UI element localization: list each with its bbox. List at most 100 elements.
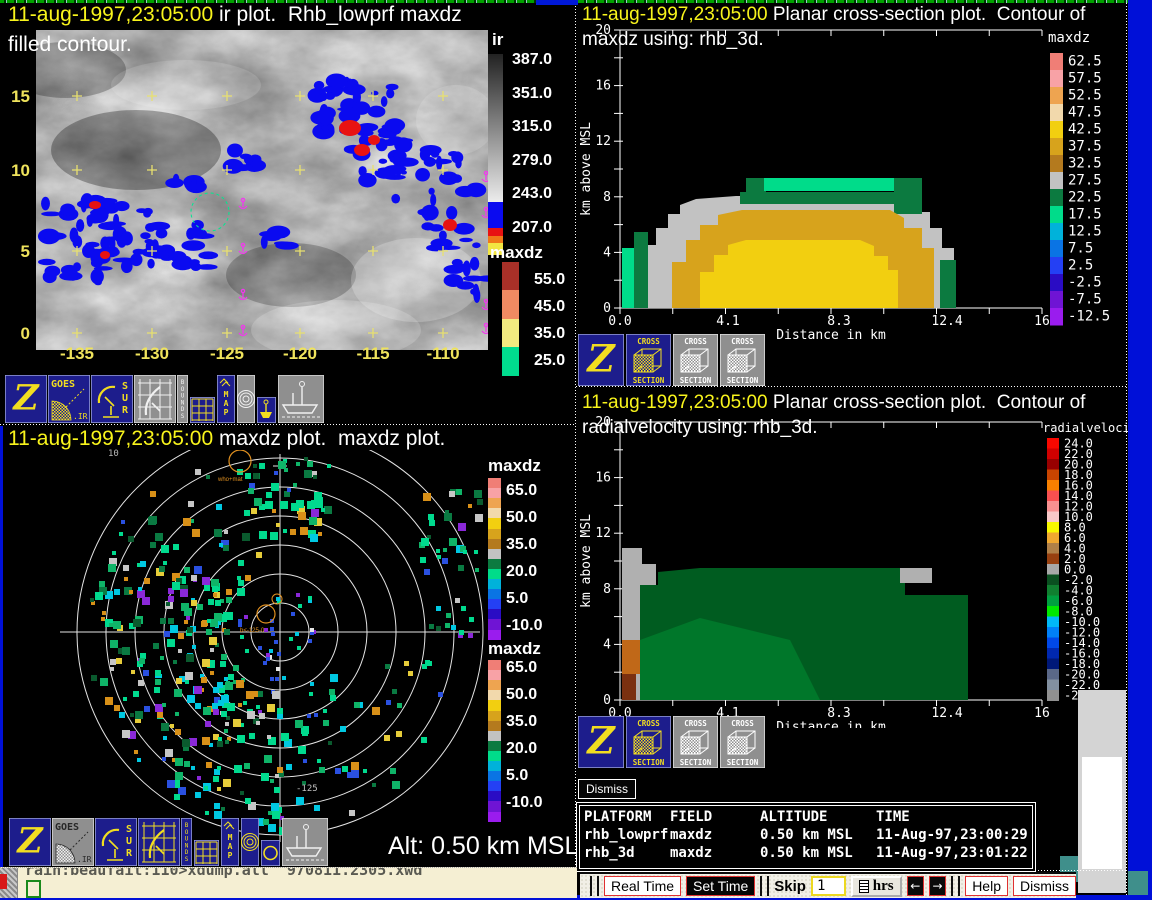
toolbar-icon-zebra-logo[interactable]: Z [9, 818, 51, 866]
ir-y-tick: 0 [0, 324, 30, 344]
ppi-colorbar-value: 35.0 [506, 713, 537, 731]
toolbar-icon-zebra-logo[interactable]: Z [5, 375, 47, 423]
toolbar-icon-bounds[interactable]: BOUNDS [181, 818, 192, 866]
svg-text:CROSS: CROSS [637, 719, 660, 728]
ir-x-tick: -130 [122, 344, 182, 364]
toolbar-icon-grid[interactable] [190, 397, 215, 423]
ppi-title: 11-aug-1997,23:05:00 maxdz plot. maxdz p… [8, 427, 445, 451]
toolbar-icon-bounds[interactable]: BOUNDS [177, 375, 188, 423]
toolbar-icon-circle[interactable] [261, 840, 280, 866]
real-time-button[interactable]: Real Time [604, 876, 681, 896]
toolbar-icon-map[interactable]: MAP [221, 818, 239, 866]
svg-text:U: U [126, 836, 132, 847]
svg-text:57.5: 57.5 [1068, 71, 1102, 87]
step-back-button[interactable]: ← [907, 876, 924, 896]
ir-y-tick: 10 [0, 161, 30, 181]
ppi-colorbar-value: 20.0 [506, 740, 537, 758]
ir-timestamp: 11-aug-1997,23:05:00 [8, 3, 213, 26]
xsec-radial-toolbar: ZCROSSSECTIONCROSSSECTIONCROSSSECTION [578, 716, 778, 768]
ir-satellite-canvas[interactable] [36, 30, 488, 350]
dismiss-button[interactable]: Dismiss [1013, 876, 1076, 896]
ir-maxdz-colorbar [502, 262, 519, 376]
svg-text:12.5: 12.5 [1068, 224, 1102, 240]
radar-ppi-canvas[interactable]: who+matb<-125-0-125 [0, 450, 490, 866]
svg-text:Z: Z [11, 379, 40, 419]
skip-input[interactable]: 1 [811, 876, 846, 896]
status-altitude: 0.50 km MSL [760, 845, 853, 861]
toolbar-icon-cross-section-2[interactable]: CROSSSECTION [673, 334, 718, 386]
svg-text:GOES: GOES [51, 379, 75, 390]
toolbar-icon-radar-grid[interactable] [138, 818, 180, 866]
toolbar-icon-ship[interactable] [278, 375, 324, 423]
svg-text:.IR: .IR [73, 412, 88, 421]
status-altitude: 0.50 km MSL [760, 827, 853, 843]
status-dismiss-button[interactable]: Dismiss [578, 779, 636, 799]
svg-text:32.5: 32.5 [1068, 156, 1102, 172]
contour-fill [622, 548, 968, 700]
window-left-border [0, 426, 3, 868]
panel-separator [0, 424, 576, 425]
svg-text:16: 16 [1034, 314, 1050, 329]
status-field: maxdz [670, 827, 712, 843]
altitude-readout: Alt: 0.50 km MSL [388, 832, 578, 861]
svg-text:52.5: 52.5 [1068, 88, 1102, 104]
toolbar-icon-polar-rings[interactable] [241, 818, 259, 866]
xsec-maxdz-canvas[interactable]: 0.04.18.312.416048121620Distance in kmkm… [576, 0, 1128, 346]
svg-text:-2.5: -2.5 [1068, 275, 1102, 291]
svg-text:S: S [185, 856, 189, 863]
step-forward-button[interactable]: → [929, 876, 946, 896]
toolbar-icon-radar-grid[interactable] [134, 375, 176, 423]
toolbar-icon-ship[interactable] [282, 818, 328, 866]
ir-colorbar-value: 351.0 [512, 85, 552, 103]
xsec-radial-canvas[interactable]: 0.04.18.312.416048121620Distance in kmkm… [576, 398, 1128, 728]
svg-text:4: 4 [603, 637, 611, 652]
svg-text:P: P [228, 851, 233, 860]
hrs-button[interactable]: hrs [851, 876, 902, 897]
colorbar-radialvelocity: radialvelocity24.022.020.018.016.014.012… [1043, 421, 1128, 702]
ir-x-tick: -120 [270, 344, 330, 364]
terminal-window[interactable]: rain:beaufait:110>xdump.all 970811.2305.… [0, 867, 577, 898]
set-time-button[interactable]: Set Time [686, 876, 755, 896]
toolbar-icon-map[interactable]: MAP [217, 375, 235, 423]
toolbar-icon-radar-sur[interactable]: SUR [91, 375, 133, 423]
ppi-toolbar: ZGOES.IRSUR BOUNDS MAP [0, 818, 340, 866]
ppi-colorbar-value: -10.0 [506, 794, 542, 812]
toolbar-icon-goes-ir[interactable]: GOES.IR [52, 818, 94, 866]
toolbar-icon-cross-section-1[interactable]: CROSSSECTION [626, 334, 671, 386]
status-time: 11-Aug-97,23:00:29 [876, 827, 1028, 843]
svg-text:CROSS: CROSS [731, 719, 754, 728]
ir-maxdz-colorbar-value: 45.0 [534, 298, 565, 316]
xsec-maxdz-title: 11-aug-1997,23:05:00 Planar cross-sectio… [582, 4, 1085, 26]
toolbar-icon-goes-ir[interactable]: GOES .IR [48, 375, 90, 423]
ppi-colorbar-value: 50.0 [506, 686, 537, 704]
svg-text:A: A [228, 842, 233, 851]
svg-text:CROSS: CROSS [684, 719, 707, 728]
scrollbar-thumb[interactable] [1082, 757, 1122, 869]
toolbar-icon-radar-sur[interactable]: SUR [95, 818, 137, 866]
toolbar-icon-grid[interactable] [194, 840, 219, 866]
ir-colorbar [488, 54, 503, 255]
toolbar-icon-zebra-logo[interactable]: Z [578, 334, 624, 386]
toolbar-icon-zebra-logo[interactable]: Z [578, 716, 624, 768]
xsec-maxdz-toolbar: ZCROSSSECTIONCROSSSECTIONCROSSSECTION [578, 334, 778, 386]
ir-colorbar-value: 243.0 [512, 185, 552, 203]
ir-x-tick: -135 [47, 344, 107, 364]
toolbar-icon-cross-section-3[interactable]: CROSSSECTION [720, 334, 765, 386]
help-button[interactable]: Help [965, 876, 1008, 896]
ppi-colorbar-label: maxdz [488, 456, 541, 476]
teal-corner [1128, 871, 1148, 895]
ir-x-tick: -115 [343, 344, 403, 364]
separator [951, 876, 953, 896]
svg-text:S: S [181, 413, 185, 420]
svg-text:0.0: 0.0 [608, 314, 631, 329]
toolbar-icon-polar-rings[interactable] [237, 375, 255, 423]
document-icon [859, 880, 869, 893]
svg-text:CROSS: CROSS [637, 337, 660, 346]
svg-text:b<-125-0: b<-125-0 [240, 628, 265, 634]
svg-text:Distance in km: Distance in km [776, 720, 886, 728]
svg-text:12: 12 [595, 526, 611, 541]
toolbar-icon-buoy[interactable] [257, 397, 276, 423]
toolbar-icon-cross-section-3[interactable]: CROSSSECTION [720, 716, 765, 768]
toolbar-icon-cross-section-2[interactable]: CROSSSECTION [673, 716, 718, 768]
toolbar-icon-cross-section-1[interactable]: CROSSSECTION [626, 716, 671, 768]
